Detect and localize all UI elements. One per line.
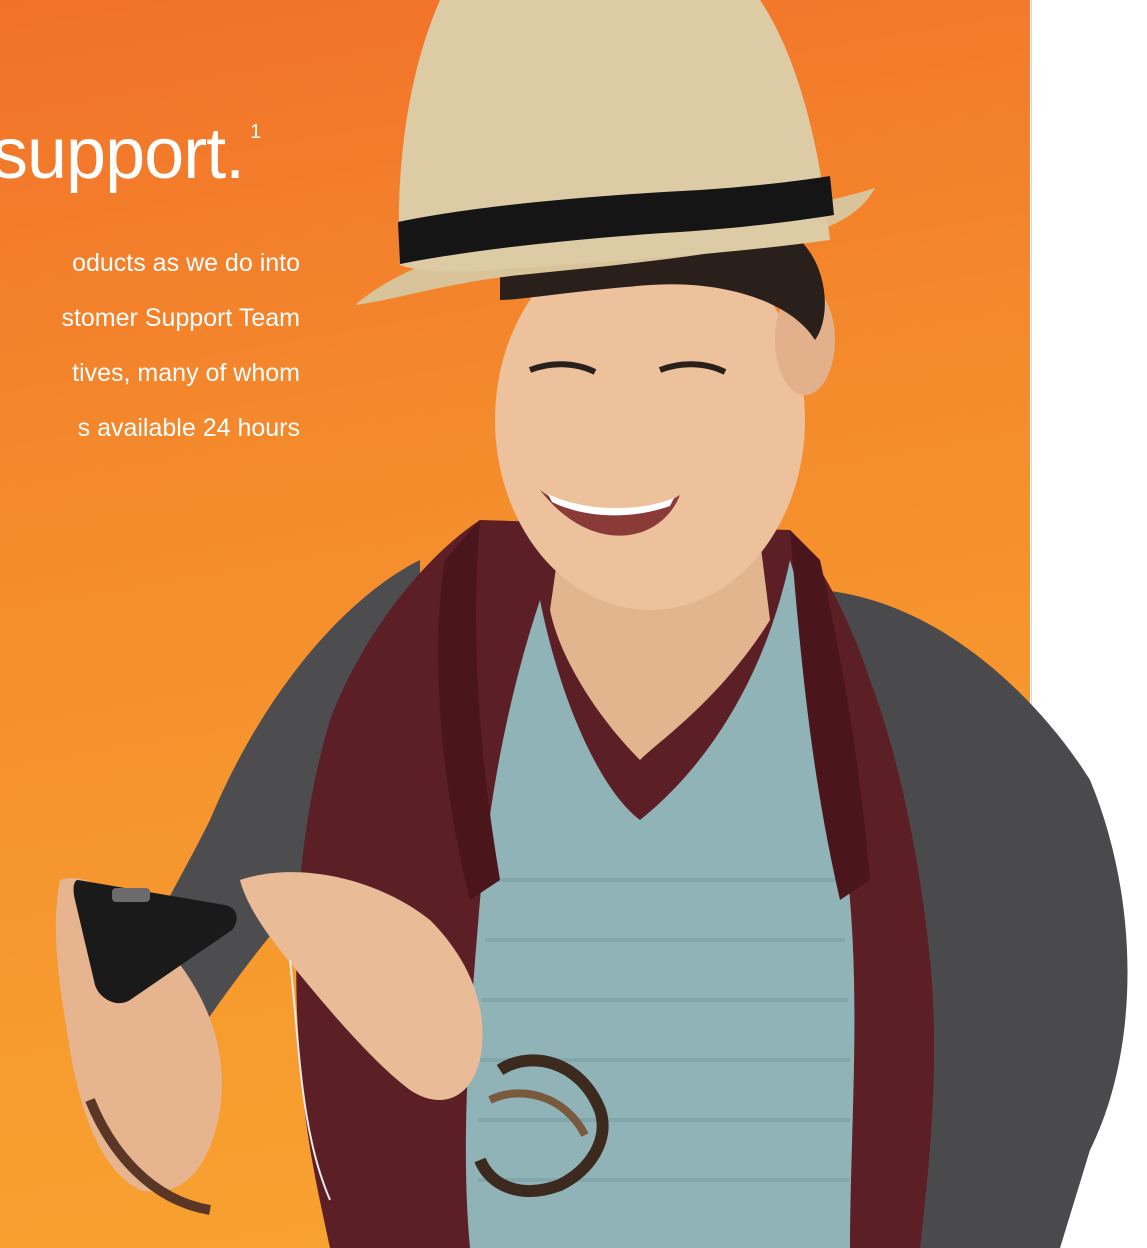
man-with-phone-illustration — [55, 0, 1128, 1248]
